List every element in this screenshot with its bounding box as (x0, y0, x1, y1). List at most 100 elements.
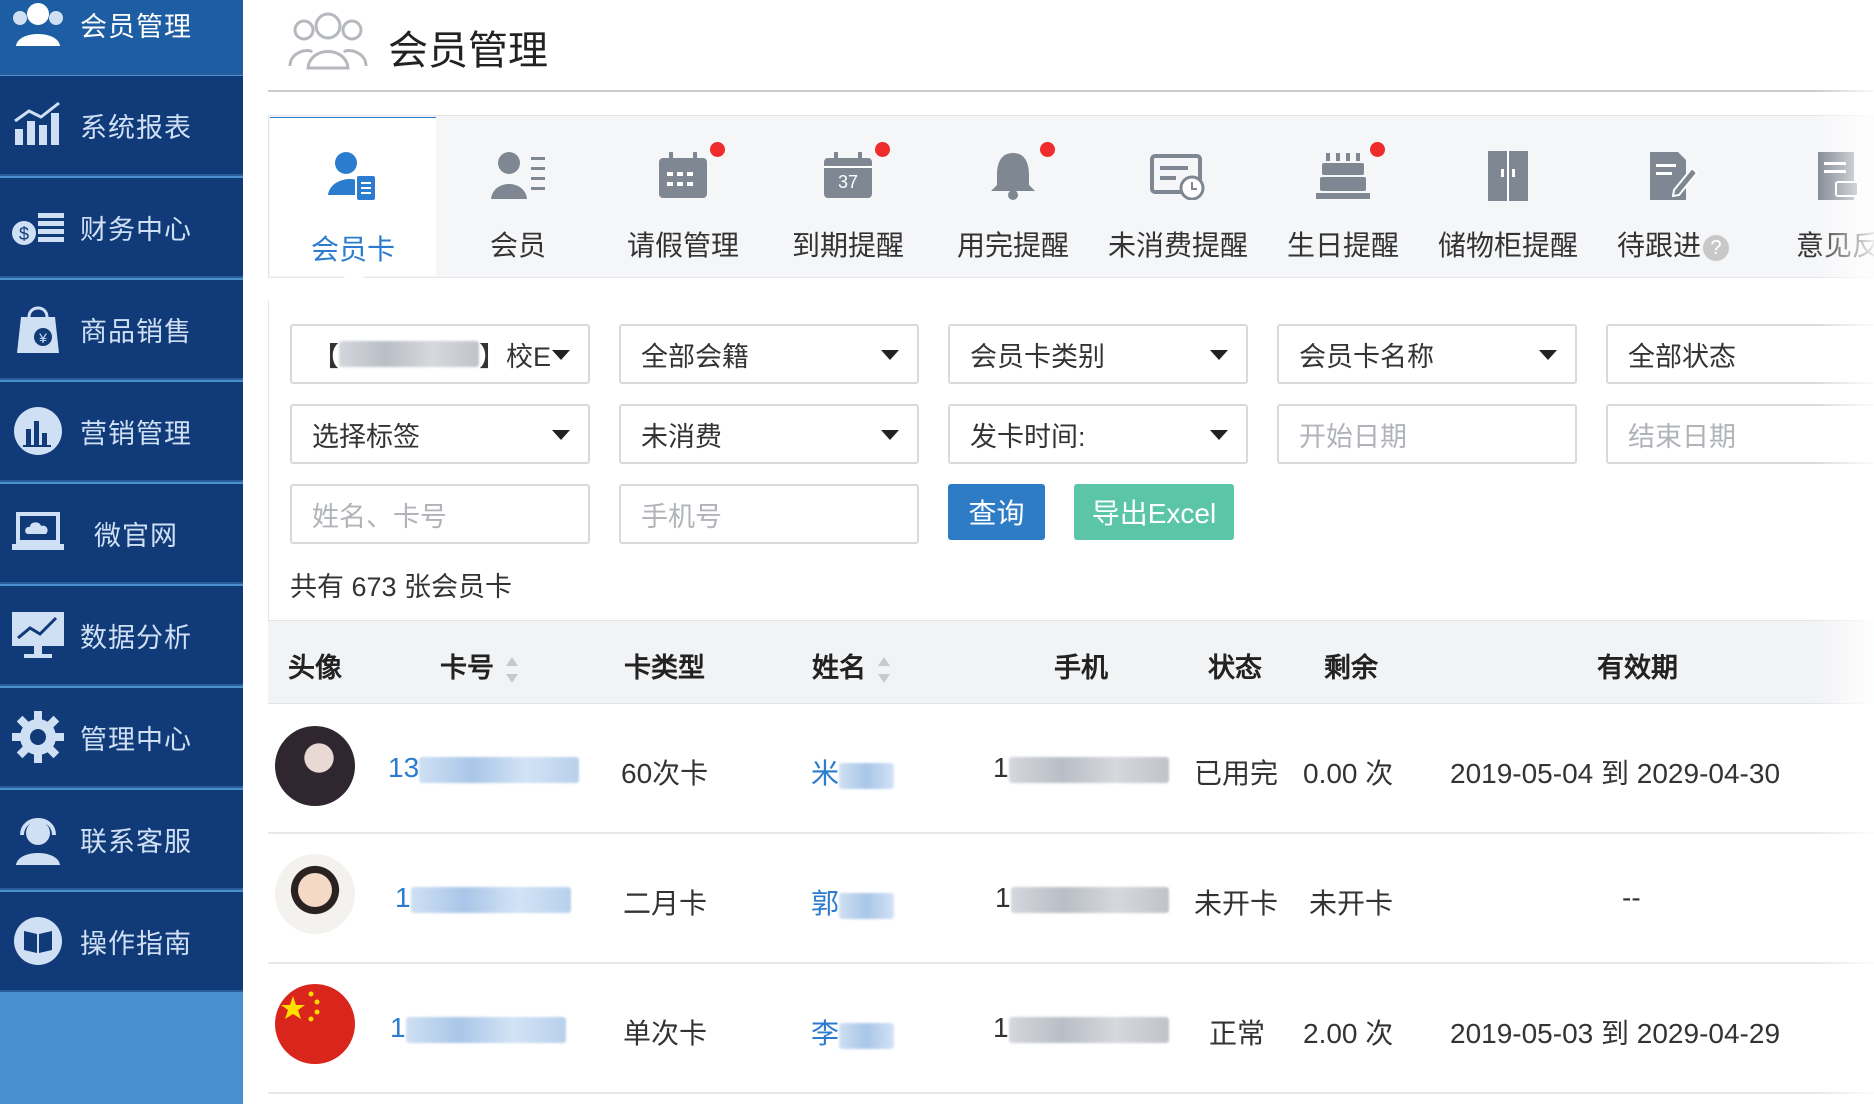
monitor-chart-icon (8, 605, 68, 665)
tag-select[interactable]: 选择标签 (290, 404, 590, 464)
sort-icon[interactable] (506, 656, 518, 683)
tag-value: 选择标签 (312, 421, 420, 452)
avatar[interactable] (275, 854, 355, 934)
consumption-select[interactable]: 未消费 (619, 404, 919, 464)
help-icon[interactable]: ? (1703, 234, 1729, 261)
phone-search-input[interactable]: 手机号 (619, 484, 919, 544)
phone-number: 1 (993, 1012, 1169, 1044)
tab-used-up-reminder[interactable]: 用完提醒 (930, 118, 1096, 276)
name-card-placeholder: 姓名、卡号 (312, 501, 447, 532)
dropdown-arrow-icon (552, 430, 570, 440)
tab-label: 会员卡 (310, 234, 395, 265)
column-header-card-no[interactable]: 卡号 (440, 646, 518, 685)
headset-icon (8, 809, 68, 869)
notification-dot (1040, 142, 1055, 157)
sidebar-item-label: 系统报表 (80, 112, 192, 143)
sidebar-item-label: 联系客服 (80, 826, 192, 857)
birthday-cake-icon (1313, 142, 1385, 204)
sidebar-item-micro-site[interactable]: 微官网 (0, 484, 243, 584)
sidebar: 会员管理 系统报表 $ 财务中心 ¥ 商品销售 营销管理 微官网 数据分析 管理… (0, 0, 243, 1104)
export-excel-button[interactable]: 导出Excel (1074, 484, 1234, 540)
member-name[interactable]: 李 (811, 1012, 895, 1052)
calendar-icon (653, 142, 725, 204)
card-number-redacted (410, 886, 571, 913)
query-button[interactable]: 查询 (948, 484, 1045, 540)
tab-locker-reminder[interactable]: 储物柜提醒 (1425, 118, 1591, 276)
svg-text:¥: ¥ (38, 330, 47, 346)
sidebar-item-marketing[interactable]: 营销管理 (0, 382, 243, 482)
card-number[interactable]: 13 (388, 752, 580, 784)
end-date-input[interactable]: 结束日期 (1606, 404, 1874, 464)
status-select[interactable]: 全部状态 (1606, 324, 1874, 384)
dropdown-arrow-icon (881, 350, 899, 360)
status: 未开卡 (1194, 888, 1279, 919)
card-type-value: 会员卡类别 (970, 341, 1105, 372)
member-name[interactable]: 郭 (811, 882, 895, 922)
end-date-placeholder: 结束日期 (1628, 421, 1736, 452)
finance-coins-icon: $ (8, 197, 68, 257)
tab-label: 请假管理 (626, 230, 739, 261)
sidebar-item-customer-service[interactable]: 联系客服 (0, 790, 243, 890)
sort-icon[interactable] (878, 656, 890, 683)
sidebar-item-label: 管理中心 (80, 724, 192, 755)
tab-no-consumption-reminder[interactable]: 未消费提醒 (1095, 118, 1261, 276)
dropdown-arrow-icon (881, 430, 899, 440)
card-number[interactable]: 1 (395, 882, 571, 914)
issue-time-select[interactable]: 发卡时间: (948, 404, 1248, 464)
column-header-name[interactable]: 姓名 (812, 646, 890, 685)
phone-prefix: 1 (993, 1012, 1009, 1043)
avatar[interactable] (275, 984, 355, 1064)
tab-feedback[interactable]: 意见反 (1755, 118, 1874, 276)
membership-select[interactable]: 全部会籍 (619, 324, 919, 384)
tab-label: 会员 (489, 230, 546, 261)
membership-value: 全部会籍 (641, 341, 749, 372)
column-header-card-type: 卡类型 (624, 653, 705, 683)
column-header-remaining: 剩余 (1324, 653, 1378, 683)
shopping-bag-icon: ¥ (8, 299, 68, 359)
notification-dot (875, 142, 890, 157)
sidebar-item-reports[interactable]: 系统报表 (0, 76, 243, 176)
start-date-input[interactable]: 开始日期 (1277, 404, 1577, 464)
sidebar-item-product-sales[interactable]: ¥ 商品销售 (0, 280, 243, 380)
card-count: 共有 673 张会员卡 (290, 572, 513, 602)
sidebar-item-label: 会员管理 (80, 11, 192, 42)
tab-expiry-reminder[interactable]: 37 到期提醒 (765, 118, 931, 276)
phone-redacted (1008, 1016, 1169, 1043)
members-outline-icon (288, 8, 368, 72)
sidebar-item-data-analysis[interactable]: 数据分析 (0, 586, 243, 686)
tab-member-card[interactable]: 会员卡 (270, 118, 436, 276)
validity-period: -- (1622, 882, 1641, 913)
sidebar-item-finance[interactable]: $ 财务中心 (0, 178, 243, 278)
bar-chart-icon (8, 401, 68, 461)
phone-number: 1 (993, 752, 1169, 784)
card-number[interactable]: 1 (390, 1012, 566, 1044)
edit-document-icon (1643, 148, 1703, 204)
name-card-search-input[interactable]: 姓名、卡号 (290, 484, 590, 544)
avatar[interactable] (275, 726, 355, 806)
campus-select[interactable]: 【 】校E (290, 324, 590, 384)
card-type-select[interactable]: 会员卡类别 (948, 324, 1248, 384)
tab-birthday-reminder[interactable]: 生日提醒 (1260, 118, 1426, 276)
phone-number: 1 (995, 882, 1169, 914)
tab-member[interactable]: 会员 (435, 118, 601, 276)
card-type: 60次卡 (621, 758, 709, 789)
member-card-icon (323, 148, 383, 204)
bell-icon (983, 142, 1055, 204)
notification-dot (710, 142, 725, 157)
dropdown-arrow-icon (552, 350, 570, 360)
tab-follow-up[interactable]: 待跟进? (1590, 118, 1756, 276)
sidebar-item-member-management[interactable]: 会员管理 (0, 0, 243, 75)
sidebar-item-operation-guide[interactable]: 操作指南 (0, 892, 243, 992)
phone-redacted (1008, 756, 1169, 783)
card-number-prefix: 13 (388, 752, 420, 783)
tab-label: 用完提醒 (956, 230, 1069, 261)
phone-redacted (1010, 886, 1169, 913)
sidebar-item-management-center[interactable]: 管理中心 (0, 688, 243, 788)
tab-leave-management[interactable]: 请假管理 (600, 118, 766, 276)
page-header: 会员管理 (268, 0, 1874, 92)
remaining: 2.00 次 (1303, 1018, 1394, 1049)
card-name-select[interactable]: 会员卡名称 (1277, 324, 1577, 384)
member-name[interactable]: 米 (811, 752, 895, 792)
status: 正常 (1209, 1018, 1266, 1049)
notification-dot (1370, 142, 1385, 157)
